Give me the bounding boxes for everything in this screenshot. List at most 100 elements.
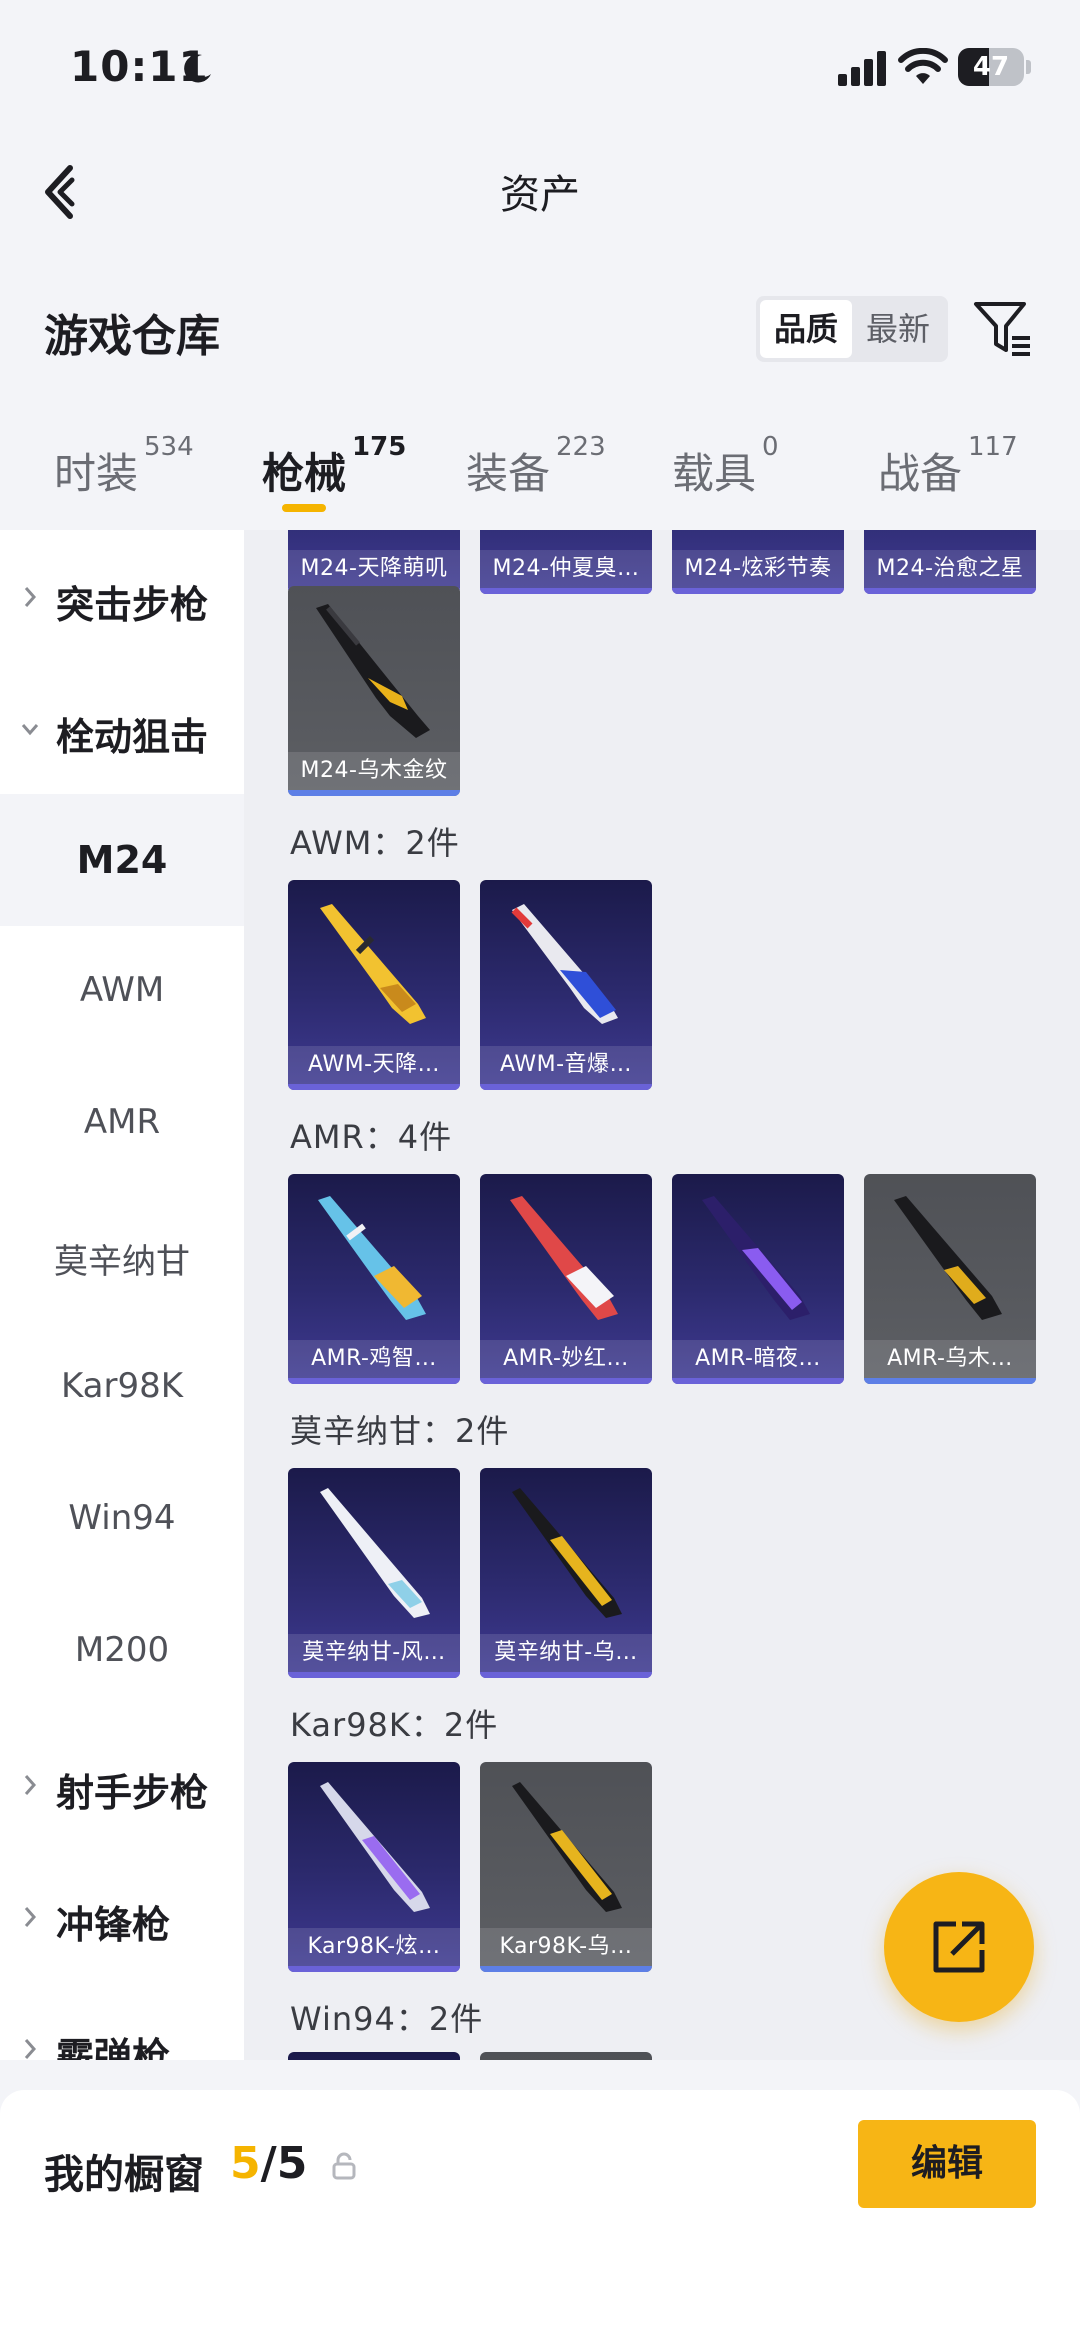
rifle-icon bbox=[320, 1488, 430, 1618]
tab-count: 534 bbox=[144, 432, 194, 462]
rifle-icon bbox=[512, 1782, 622, 1912]
skin-card[interactable] bbox=[480, 2052, 652, 2060]
skin-card[interactable]: AWM-天降… bbox=[288, 880, 460, 1090]
sort-option-latest[interactable]: 最新 bbox=[852, 300, 944, 358]
skin-card[interactable] bbox=[288, 2052, 460, 2060]
skin-card[interactable]: M24-炫彩节奏 bbox=[672, 530, 844, 594]
skin-name: M24-乌木金纹 bbox=[288, 752, 460, 790]
group-label-amr: AMR：4件 bbox=[290, 1118, 453, 1156]
skin-card[interactable]: M24-治愈之星 bbox=[864, 530, 1036, 594]
sidebar-item-label: 莫辛纳甘 bbox=[54, 1242, 190, 1282]
skin-name: AMR-鸡智… bbox=[288, 1340, 460, 1378]
skin-card[interactable]: AMR-妙红… bbox=[480, 1174, 652, 1384]
chevron-right-icon bbox=[24, 587, 37, 607]
sidebar-item-label: AMR bbox=[83, 1102, 161, 1142]
sidebar-item-label: 冲锋枪 bbox=[56, 1903, 171, 1947]
skin-card[interactable]: AMR-鸡智… bbox=[288, 1174, 460, 1384]
sidebar-item-label: AWM bbox=[79, 970, 165, 1010]
skin-card[interactable]: AMR-乌木… bbox=[864, 1174, 1036, 1384]
skin-name: M24-仲夏臭… bbox=[480, 550, 652, 588]
tab-count: 175 bbox=[352, 432, 407, 462]
skin-name: AMR-妙红… bbox=[480, 1340, 652, 1378]
tab-label: 载具 bbox=[672, 449, 757, 498]
sidebar-item-kar98k[interactable]: Kar98K bbox=[0, 1322, 244, 1454]
sidebar-item-win94[interactable]: Win94 bbox=[0, 1454, 244, 1586]
skin-card[interactable]: Kar98K-乌… bbox=[480, 1762, 652, 1972]
sidebar-item-label: Win94 bbox=[68, 1498, 176, 1538]
skin-card[interactable]: M24-乌木金纹 bbox=[288, 586, 460, 796]
showcase-total: /5 bbox=[260, 2138, 308, 2189]
skin-card[interactable]: 莫辛纳甘-风… bbox=[288, 1468, 460, 1678]
showcase-current: 5 bbox=[230, 2138, 261, 2189]
sidebar-item-label: Kar98K bbox=[60, 1366, 184, 1406]
edit-button[interactable]: 编辑 bbox=[858, 2120, 1036, 2208]
rifle-icon bbox=[318, 1196, 426, 1320]
skin-card[interactable]: Kar98K-炫… bbox=[288, 1762, 460, 1972]
tab-supplies[interactable]: 战备117 bbox=[878, 432, 1018, 501]
skin-card[interactable]: 莫辛纳甘-乌… bbox=[480, 1468, 652, 1678]
sort-toggle: 品质 最新 bbox=[756, 296, 948, 362]
skin-card[interactable]: AMR-暗夜… bbox=[672, 1174, 844, 1384]
weapon-grid: M24-天降萌叽 M24-仲夏臭… M24-炫彩节奏 M24-治愈之星 M24-… bbox=[244, 530, 1080, 2060]
tab-fashion[interactable]: 时装534 bbox=[54, 432, 194, 501]
sidebar: 突击步枪 栓动狙击 M24 AWM AMR 莫辛纳甘 Kar98K Win94 … bbox=[0, 530, 244, 2060]
chevron-down-icon bbox=[21, 724, 39, 736]
sidebar-item-label: 射手步枪 bbox=[56, 1771, 209, 1815]
rifle-icon bbox=[320, 904, 426, 1024]
moon-icon bbox=[184, 54, 211, 83]
sidebar-group-marksman-rifle[interactable]: 射手步枪 bbox=[0, 1718, 244, 1850]
rifle-icon bbox=[512, 1488, 622, 1618]
battery-level-text: 47 bbox=[972, 52, 1010, 82]
tab-label: 装备 bbox=[466, 449, 551, 498]
sidebar-item-m200[interactable]: M200 bbox=[0, 1586, 244, 1718]
sidebar-group-bolt-sniper[interactable]: 栓动狙击 bbox=[0, 662, 244, 794]
skin-name: AWM-天降… bbox=[288, 1046, 460, 1084]
active-tab-indicator bbox=[282, 504, 326, 512]
rifle-icon bbox=[316, 604, 430, 738]
sidebar-item-amr[interactable]: AMR bbox=[0, 1058, 244, 1190]
battery-icon: 47 bbox=[958, 48, 1032, 86]
tab-count: 0 bbox=[762, 432, 779, 462]
rifle-icon bbox=[511, 904, 618, 1024]
status-bar: 10:11 47 bbox=[0, 0, 1080, 130]
sidebar-group-smg[interactable]: 冲锋枪 bbox=[0, 1850, 244, 1982]
skin-name: Kar98K-乌… bbox=[480, 1928, 652, 1966]
skin-name: AMR-乌木… bbox=[864, 1340, 1036, 1378]
filter-icon[interactable] bbox=[972, 298, 1034, 360]
share-icon bbox=[933, 1921, 985, 1973]
skin-card[interactable]: M24-仲夏臭… bbox=[480, 530, 652, 594]
group-label-mosin: 莫辛纳甘：2件 bbox=[290, 1412, 510, 1450]
tab-count: 117 bbox=[968, 432, 1018, 462]
skin-name: M24-天降萌叽 bbox=[288, 550, 460, 588]
tab-firearms[interactable]: 枪械175 bbox=[262, 432, 406, 501]
showcase-label: 我的橱窗 bbox=[44, 2152, 204, 2198]
chevron-right-icon bbox=[24, 1907, 37, 1927]
rifle-icon bbox=[894, 1196, 1002, 1320]
section-title: 游戏仓库 bbox=[44, 311, 220, 362]
tab-label: 时装 bbox=[54, 449, 139, 498]
header: 资产 bbox=[0, 140, 1080, 240]
chevron-right-icon bbox=[24, 1775, 37, 1795]
sidebar-item-m24[interactable]: M24 bbox=[0, 794, 244, 926]
sort-option-quality[interactable]: 品质 bbox=[760, 300, 852, 358]
sidebar-group-assault-rifle[interactable]: 突击步枪 bbox=[0, 530, 244, 662]
group-label-kar98k: Kar98K：2件 bbox=[290, 1706, 499, 1744]
sidebar-item-awm[interactable]: AWM bbox=[0, 926, 244, 1058]
showcase-bar: 我的橱窗 5/5 编辑 bbox=[0, 2090, 1080, 2337]
sidebar-item-mosin[interactable]: 莫辛纳甘 bbox=[0, 1190, 244, 1322]
rifle-icon bbox=[702, 1196, 810, 1320]
skin-name: M24-治愈之星 bbox=[864, 550, 1036, 588]
tab-vehicles[interactable]: 载具0 bbox=[672, 432, 779, 501]
app-root: 10:11 47 资产 游戏仓库 品质 最新 时装534 枪械175 装备223… bbox=[0, 0, 1080, 2337]
tab-equipment[interactable]: 装备223 bbox=[466, 432, 606, 501]
sidebar-item-label: 突击步枪 bbox=[56, 583, 209, 627]
skin-card[interactable]: AWM-音爆… bbox=[480, 880, 652, 1090]
sidebar-group-shotgun[interactable]: 霰弹枪 bbox=[0, 1982, 244, 2060]
rifle-icon bbox=[510, 1196, 618, 1320]
signal-icon bbox=[838, 51, 886, 86]
sidebar-item-label: 霰弹枪 bbox=[56, 2035, 171, 2060]
skin-name: AMR-暗夜… bbox=[672, 1340, 844, 1378]
share-fab[interactable] bbox=[884, 1872, 1034, 2022]
rifle-icon bbox=[320, 1782, 430, 1912]
skin-card[interactable]: M24-天降萌叽 bbox=[288, 530, 460, 594]
